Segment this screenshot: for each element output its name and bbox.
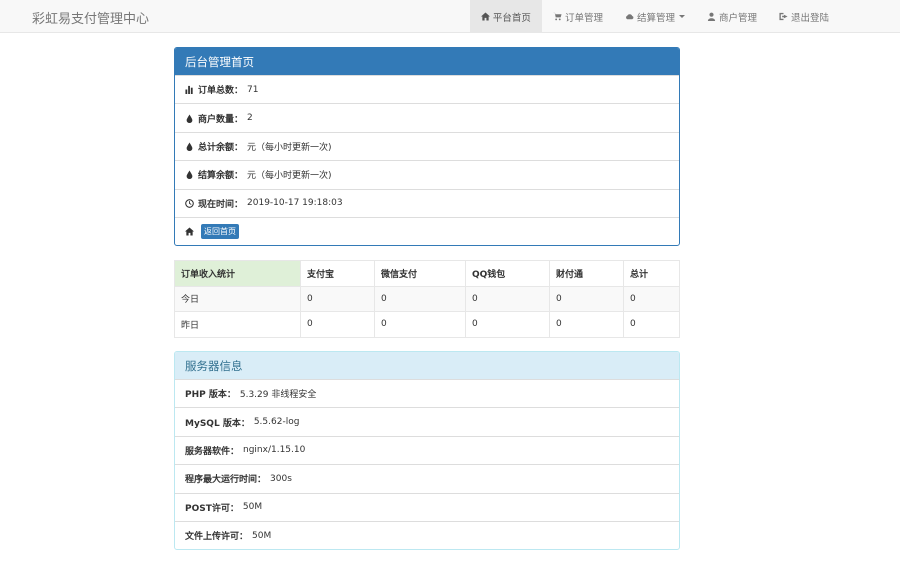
column-header: 微信支付 [374, 260, 466, 287]
table-cell: 0 [300, 311, 375, 338]
field-label: 商户数量： [198, 114, 244, 125]
field-value: 2019-10-17 19:18:03 [247, 198, 343, 209]
income-stats-table: 订单收入统计 支付宝 微信支付 QQ钱包 财付通 总计 今日 0 0 0 0 0… [174, 260, 680, 338]
nav-item-home[interactable]: 平台首页 [469, 0, 542, 33]
nav-label: 订单管理 [564, 12, 603, 24]
merchant-count-row: 商户数量： 2 [175, 103, 679, 131]
field-label: PHP 版本： [185, 390, 236, 401]
panel-title: 服务器信息 [175, 352, 679, 379]
table-header-row: 订单收入统计 支付宝 微信支付 QQ钱包 财付通 总计 [174, 260, 680, 287]
field-label: 订单总数： [198, 86, 244, 97]
home-icon [185, 227, 194, 236]
field-value: 元（每小时更新一次) [247, 171, 332, 182]
field-label: 结算余额： [198, 171, 244, 182]
tint-icon [186, 170, 193, 180]
field-value: 50M [242, 502, 263, 513]
nav-item-logout[interactable]: 退出登陆 [768, 0, 840, 33]
main-nav: 平台首页 订单管理 结算管理 商户管理 退出登陆 [469, 0, 840, 33]
field-label: POST许可： [185, 503, 239, 514]
brand-title[interactable]: 彩虹易支付管理中心 [32, 8, 149, 27]
server-info-panel: 服务器信息 PHP 版本： 5.3.29 非线程安全 MySQL 版本： 5.5… [174, 351, 680, 550]
table-cell: 昨日 [174, 311, 301, 338]
nav-label: 商户管理 [718, 12, 757, 24]
current-time-row: 现在时间： 2019-10-17 19:18:03 [175, 188, 679, 217]
column-header: 总计 [623, 260, 680, 287]
clock-icon [185, 198, 194, 208]
field-label: 服务器软件： [185, 446, 240, 457]
upload-limit-row: 文件上传许可： 50M [175, 520, 679, 549]
table-cell: 0 [465, 311, 550, 338]
back-home-button[interactable]: 返回首页 [201, 224, 239, 240]
column-header: 订单收入统计 [174, 260, 301, 287]
nav-item-merchants[interactable]: 商户管理 [696, 0, 768, 33]
column-header: 支付宝 [300, 260, 375, 287]
panel-title: 后台管理首页 [175, 48, 679, 75]
cart-icon [552, 12, 562, 21]
tint-icon [186, 142, 193, 151]
chevron-down-icon [678, 15, 685, 18]
field-label: 现在时间： [198, 199, 244, 210]
table-cell: 0 [465, 285, 550, 313]
field-value: 5.3.29 非线程安全 [239, 390, 317, 401]
nav-label: 平台首页 [492, 12, 531, 24]
nav-item-orders[interactable]: 订单管理 [542, 0, 614, 33]
field-value: 50M [252, 530, 272, 541]
max-exec-time-row: 程序最大运行时间： 300s [175, 464, 679, 492]
table-row: 昨日 0 0 0 0 0 [174, 311, 680, 338]
user-icon [707, 12, 716, 21]
nav-label: 结算管理 [636, 12, 675, 24]
nav-item-settlement[interactable]: 结算管理 [614, 0, 696, 33]
field-label: MySQL 版本： [185, 418, 250, 429]
cloud-icon [625, 14, 634, 20]
table-row: 今日 0 0 0 0 0 [174, 285, 680, 313]
table-cell: 0 [549, 285, 624, 313]
field-label: 总计余额： [198, 142, 244, 153]
table-cell: 0 [549, 311, 624, 338]
logout-icon [779, 12, 788, 21]
table-cell: 0 [374, 311, 466, 338]
total-balance-row: 总计余额： 元（每小时更新一次) [175, 131, 679, 160]
order-total-row: 订单总数： 71 [175, 75, 679, 103]
overview-panel: 后台管理首页 订单总数： 71 商户数量： 2 总计余额： 元（每小时更新一次)… [174, 47, 680, 246]
field-value: nginx/1.15.10 [243, 445, 306, 456]
post-limit-row: POST许可： 50M [175, 492, 679, 521]
field-value: 2 [247, 113, 253, 124]
field-value: 71 [247, 84, 259, 95]
table-cell: 0 [623, 285, 680, 313]
field-value: 5.5.62-log [253, 417, 300, 428]
column-header: 财付通 [549, 260, 624, 287]
settle-balance-row: 结算余额： 元（每小时更新一次) [175, 160, 679, 188]
field-value: 元（每小时更新一次) [247, 142, 332, 153]
nav-label: 退出登陆 [790, 12, 829, 24]
column-header: QQ钱包 [465, 260, 550, 287]
tint-icon [186, 114, 193, 123]
field-label: 程序最大运行时间： [185, 475, 267, 486]
field-label: 文件上传许可： [185, 532, 249, 543]
table-cell: 0 [374, 285, 466, 313]
table-cell: 0 [623, 311, 680, 338]
mysql-version-row: MySQL 版本： 5.5.62-log [175, 407, 679, 435]
home-row: 返回首页 [175, 216, 679, 245]
field-value: 300s [270, 473, 292, 484]
table-cell: 0 [300, 285, 375, 313]
bar-chart-icon [185, 86, 193, 95]
server-software-row: 服务器软件： nginx/1.15.10 [175, 435, 679, 464]
top-navbar: 彩虹易支付管理中心 平台首页 订单管理 结算管理 商户管理 退出登陆 [0, 0, 900, 33]
table-cell: 今日 [174, 285, 301, 313]
php-version-row: PHP 版本： 5.3.29 非线程安全 [175, 379, 679, 407]
home-icon [480, 12, 490, 21]
